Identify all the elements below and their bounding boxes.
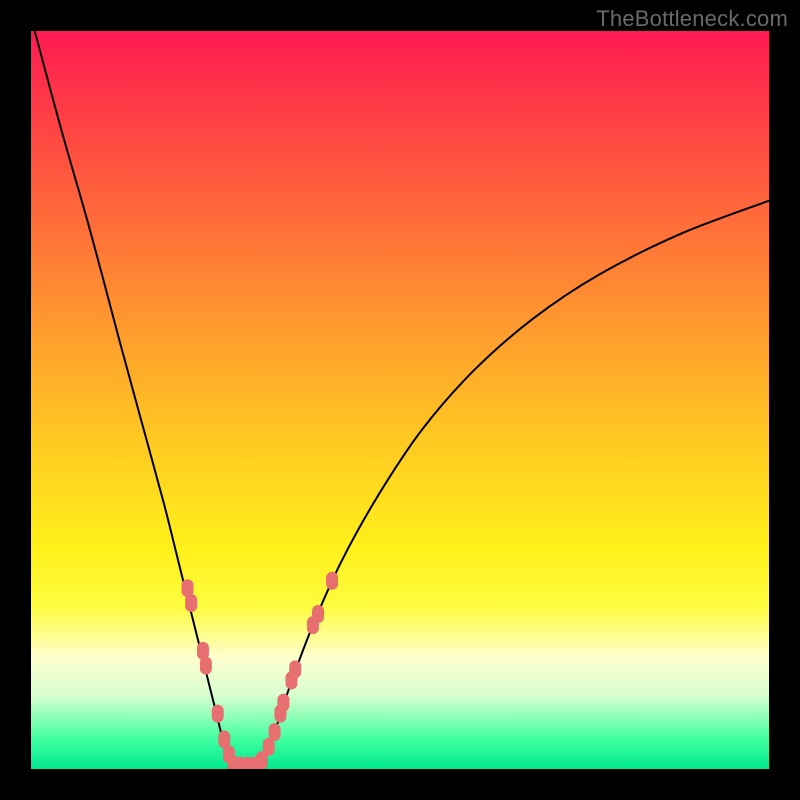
data-marker xyxy=(269,723,281,741)
data-marker xyxy=(289,660,301,678)
data-marker xyxy=(326,572,338,590)
data-marker xyxy=(277,694,289,712)
marker-group xyxy=(181,572,338,769)
curve-layer xyxy=(31,31,769,769)
data-marker xyxy=(200,657,212,675)
data-marker xyxy=(212,705,224,723)
watermark-text: TheBottleneck.com xyxy=(596,6,788,32)
curve-right-branch xyxy=(258,201,769,766)
data-marker xyxy=(185,594,197,612)
data-marker xyxy=(312,605,324,623)
chart-frame: TheBottleneck.com xyxy=(0,0,800,800)
plot-area xyxy=(31,31,769,769)
